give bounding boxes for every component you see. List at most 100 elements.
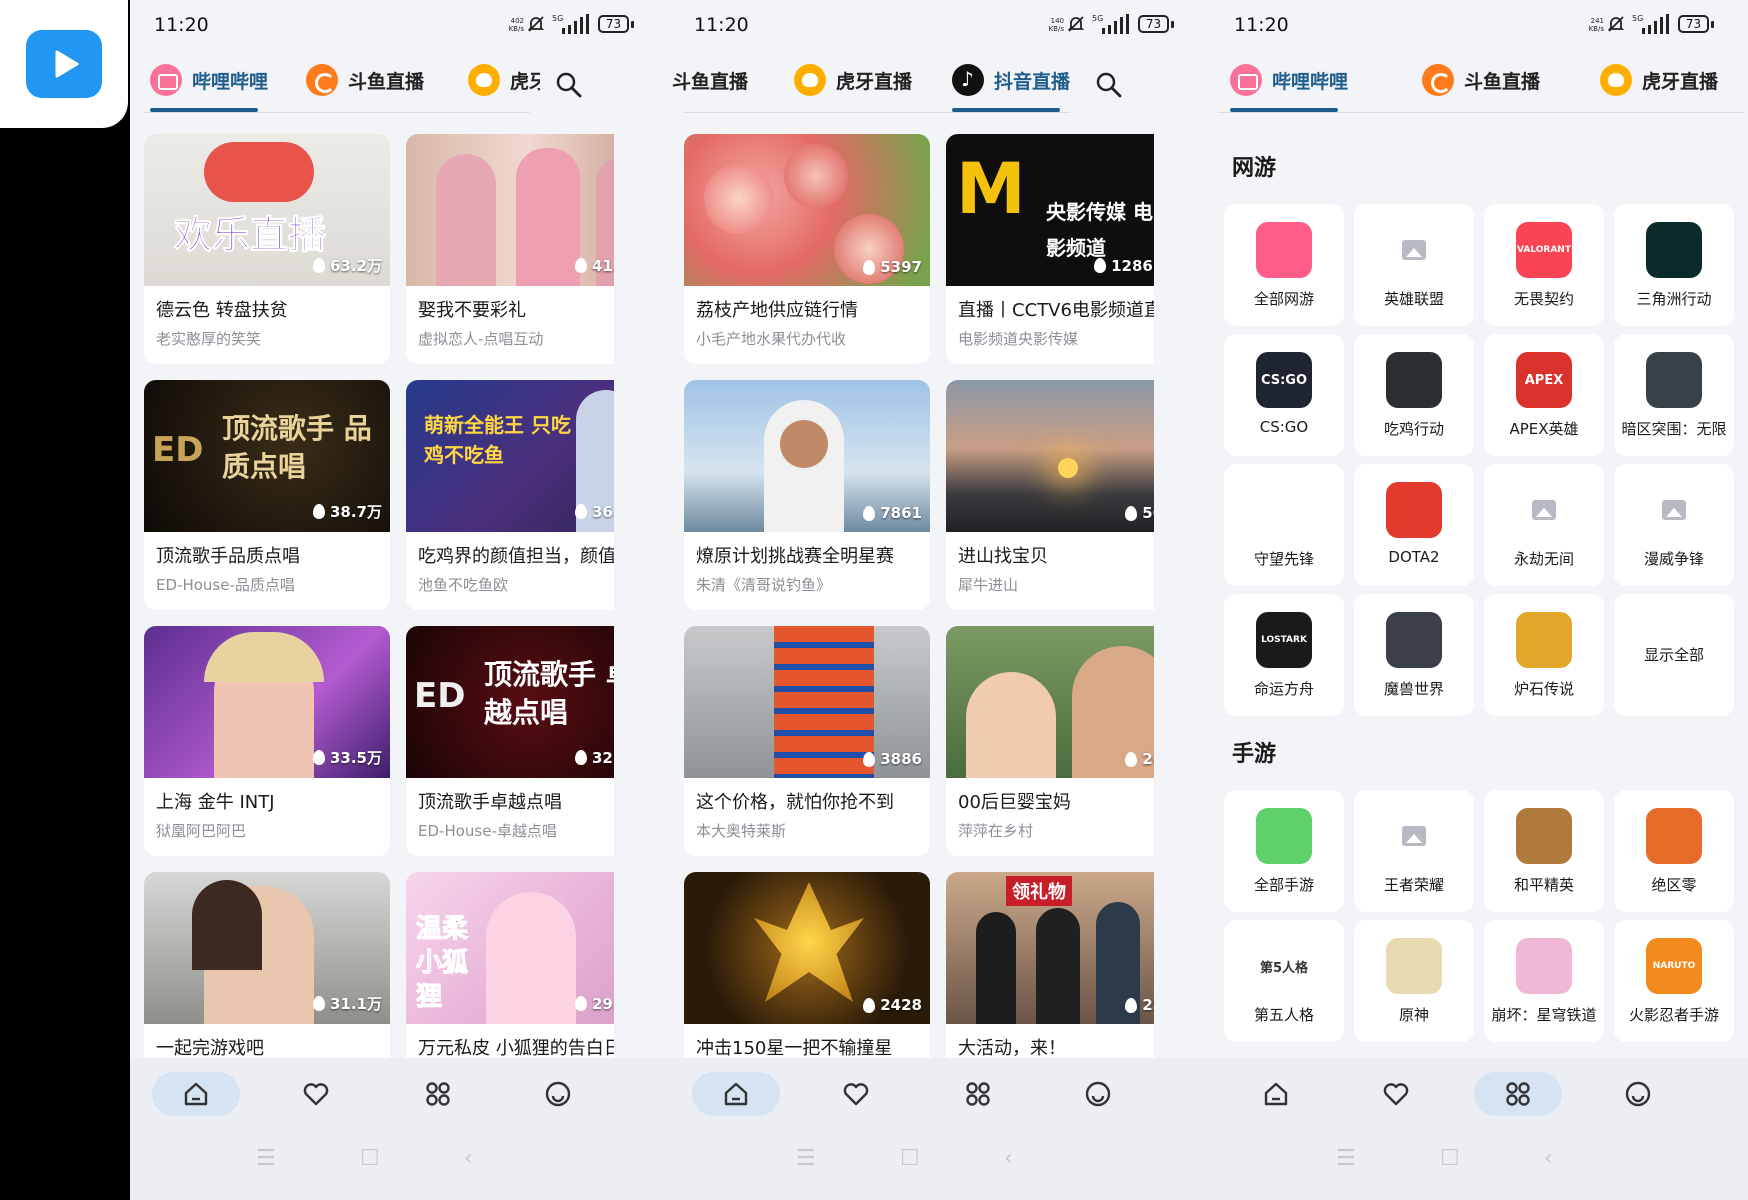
- live-room-card[interactable]: 31.1万 一起完游戏吧: [144, 872, 390, 1058]
- popularity-flame-icon: [574, 258, 587, 273]
- category-label: 第五人格: [1253, 1006, 1314, 1024]
- category-tile[interactable]: 吃鸡行动: [1354, 334, 1474, 456]
- category-tile[interactable]: 显示全部: [1614, 594, 1734, 716]
- tab-huya[interactable]: 虎牙直播: [1600, 60, 1718, 100]
- thumbnail-caption: 温柔小狐狸: [416, 914, 469, 1013]
- nav-home[interactable]: [152, 1072, 240, 1116]
- category-tile[interactable]: 原神: [1354, 920, 1474, 1042]
- tab-label: 虎牙直播: [836, 70, 913, 93]
- live-room-card[interactable]: 领礼物 2537 大活动，来！: [946, 872, 1154, 1058]
- nav-categories[interactable]: [1474, 1072, 1562, 1116]
- category-tile[interactable]: 永劫无间: [1484, 464, 1604, 586]
- live-room-card[interactable]: 3886 这个价格，就怕你抢不到 本大奥特莱斯: [684, 626, 930, 856]
- menu-icon[interactable]: ☰: [796, 1146, 816, 1171]
- nav-favorites[interactable]: [1352, 1072, 1440, 1116]
- nav-home[interactable]: [692, 1072, 780, 1116]
- square-icon[interactable]: ☐: [360, 1146, 380, 1171]
- room-thumbnail: 萌新全能王 只吃鸡不吃鱼 36.3万: [406, 380, 614, 532]
- viewer-count: 5397: [863, 258, 922, 276]
- live-room-card[interactable]: 萌新全能王 只吃鸡不吃鱼 36.3万 吃鸡界的颜值担当，颜值与实力并存 池鱼不吃…: [406, 380, 614, 610]
- live-room-card[interactable]: 7861 燎原计划挑战赛全明星赛 朱清《清哥说钓鱼》: [684, 380, 930, 610]
- back-icon[interactable]: ‹: [464, 1146, 473, 1171]
- tab-bilibili[interactable]: 哔哩哔哩: [150, 60, 268, 100]
- category-tile[interactable]: 绝区零: [1614, 790, 1734, 912]
- search-icon[interactable]: [554, 70, 584, 100]
- live-room-card[interactable]: 欢乐直播 63.2万 德云色 转盘扶贫 老实憨厚的笑笑: [144, 134, 390, 364]
- category-tile[interactable]: VALORANT 无畏契约: [1484, 204, 1604, 326]
- search-icon[interactable]: [1094, 70, 1124, 100]
- live-room-card[interactable]: 5636 进山找宝贝 犀牛进山: [946, 380, 1154, 610]
- thumbnail-caption: 欢乐直播: [173, 212, 327, 258]
- nav-categories[interactable]: [394, 1072, 482, 1116]
- square-icon[interactable]: ☐: [1440, 1146, 1460, 1171]
- viewer-count: 1286.6万: [1094, 255, 1154, 276]
- live-room-card[interactable]: 2428 冲击150星一把不输撞星: [684, 872, 930, 1058]
- douyu-icon: [306, 64, 338, 96]
- screenshot-root: 11:20 402 KB/s 5G 73 哔哩哔哩 斗鱼直播 虎牙 欢乐直播 6…: [0, 0, 1748, 1200]
- category-tile[interactable]: NARUTO 火影忍者手游: [1614, 920, 1734, 1042]
- battery-level: 73: [1678, 15, 1709, 33]
- nav-profile[interactable]: [1594, 1072, 1682, 1116]
- category-tile[interactable]: 三角洲行动: [1614, 204, 1734, 326]
- image-placeholder-icon: [1386, 808, 1442, 864]
- nav-profile[interactable]: [514, 1072, 602, 1116]
- nav-profile[interactable]: [1054, 1072, 1142, 1116]
- category-tile[interactable]: 魔兽世界: [1354, 594, 1474, 716]
- popularity-flame-icon: [312, 258, 325, 273]
- live-room-card[interactable]: 温柔小狐狸 29.2万 万元私皮 小狐狸的告白日记: [406, 872, 614, 1058]
- room-title: 万元私皮 小狐狸的告白日记: [418, 1038, 614, 1058]
- battery-icon: [1171, 21, 1174, 28]
- bell-muted-icon: [1607, 16, 1625, 32]
- nav-favorites[interactable]: [272, 1072, 360, 1116]
- viewer-count: 31.1万: [312, 993, 382, 1014]
- menu-icon[interactable]: ☰: [256, 1146, 276, 1171]
- category-tile[interactable]: CS:GO CS:GO: [1224, 334, 1344, 456]
- nav-home[interactable]: [1232, 1072, 1320, 1116]
- category-tile[interactable]: 全部网游: [1224, 204, 1344, 326]
- category-tile[interactable]: 第5人格 第五人格: [1224, 920, 1344, 1042]
- live-room-card[interactable]: 5397 荔枝产地供应链行情 小毛产地水果代办代收: [684, 134, 930, 364]
- menu-icon[interactable]: ☰: [1336, 1146, 1356, 1171]
- category-tile[interactable]: 王者荣耀: [1354, 790, 1474, 912]
- tab-bilibili[interactable]: 哔哩哔哩: [1230, 60, 1348, 100]
- thumbnail-caption: 顶流歌手 品质点唱: [222, 412, 372, 483]
- category-tile[interactable]: 暗区突围：无限: [1614, 334, 1734, 456]
- hearthstone-icon: [1516, 612, 1572, 668]
- category-tile[interactable]: 英雄联盟: [1354, 204, 1474, 326]
- category-tile[interactable]: 崩坏：星穹铁道: [1484, 920, 1604, 1042]
- nav-favorites[interactable]: [812, 1072, 900, 1116]
- tab-douyu[interactable]: 斗鱼直播: [306, 60, 424, 100]
- popularity-flame-icon: [863, 751, 876, 767]
- tab-douyu[interactable]: 斗鱼直播: [1422, 60, 1540, 100]
- category-tile[interactable]: APEX APEX英雄: [1484, 334, 1604, 456]
- tab-huya[interactable]: 虎牙直播: [794, 60, 912, 100]
- live-room-card[interactable]: 33.5万 上海 金牛 INTJ 狱凰阿巴阿巴: [144, 626, 390, 856]
- category-tile[interactable]: 全部手游: [1224, 790, 1344, 912]
- live-room-card[interactable]: ED 顶流歌手 品质点唱 38.7万 顶流歌手品质点唱 ED-House-品质点…: [144, 380, 390, 610]
- category-tile[interactable]: 和平精英: [1484, 790, 1604, 912]
- back-icon[interactable]: ‹: [1544, 1146, 1553, 1171]
- thumbnail-caption: 领礼物: [1006, 876, 1072, 906]
- live-room-card[interactable]: 2604 00后巨婴宝妈 萍萍在乡村: [946, 626, 1154, 856]
- category-tile[interactable]: 炉石传说: [1484, 594, 1604, 716]
- category-tile[interactable]: DOTA2: [1354, 464, 1474, 586]
- nav-categories[interactable]: [934, 1072, 1022, 1116]
- app-play-icon[interactable]: [26, 30, 102, 98]
- tab-douyu[interactable]: 斗鱼直播: [670, 60, 748, 100]
- category-tile[interactable]: 守望先锋: [1224, 464, 1344, 586]
- category-label: 魔兽世界: [1383, 680, 1444, 698]
- tab-huya[interactable]: 虎牙: [468, 60, 540, 100]
- room-thumbnail: 7861: [684, 380, 930, 532]
- streamer-name: 朱清《清哥说钓鱼》: [696, 576, 832, 594]
- square-icon[interactable]: ☐: [900, 1146, 920, 1171]
- back-icon[interactable]: ‹: [1004, 1146, 1013, 1171]
- signal-icon: [562, 14, 589, 34]
- live-room-card[interactable]: M 央影传媒 电影频道 1286.6万 直播丨CCTV6电影频道直播 电影频道央…: [946, 134, 1154, 364]
- home-icon: [1264, 1082, 1288, 1106]
- category-tile[interactable]: 漫威争锋: [1614, 464, 1734, 586]
- tab-douyin[interactable]: 抖音直播: [952, 60, 1070, 100]
- live-room-card[interactable]: 41.0万 娶我不要彩礼 虚拟恋人-点唱互动: [406, 134, 614, 364]
- category-tile[interactable]: LOSTARK 命运方舟: [1224, 594, 1344, 716]
- live-room-card[interactable]: ED 顶流歌手 卓越点唱 32.5万 顶流歌手卓越点唱 ED-House-卓越点…: [406, 626, 614, 856]
- tab-label: 哔哩哔哩: [1272, 70, 1349, 93]
